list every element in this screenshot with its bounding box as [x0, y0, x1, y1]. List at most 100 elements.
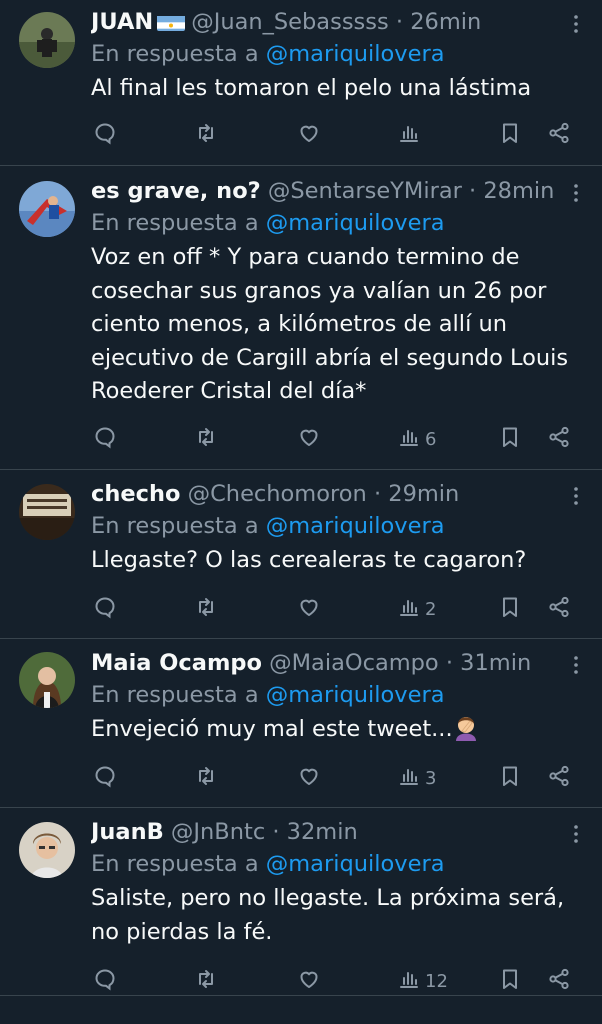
tweet[interactable]: checho @Chechomoron · 29min En respuesta… [0, 470, 602, 639]
display-name[interactable]: checho [91, 481, 180, 507]
bookmark-icon [498, 121, 522, 150]
like-button[interactable] [297, 424, 321, 454]
retweet-button[interactable] [194, 424, 218, 454]
timestamp[interactable]: 29min [388, 481, 459, 507]
reply-context: En respuesta a @mariquilovera [91, 41, 445, 67]
views-button[interactable]: 12 [397, 966, 448, 996]
views-button[interactable]: 6 [397, 424, 436, 454]
bookmark-button[interactable] [498, 763, 522, 793]
timestamp[interactable]: 28min [483, 178, 554, 204]
views-count: 3 [425, 767, 437, 789]
views-count: 12 [425, 970, 448, 992]
bookmark-button[interactable] [498, 966, 522, 996]
timestamp[interactable]: 32min [287, 819, 358, 845]
tweet-text: Llegaste? O las cerealeras te cagaron? [91, 547, 527, 573]
tweet-header: Maia Ocampo @MaiaOcampo · 31min [91, 650, 532, 676]
reply-icon [93, 121, 117, 150]
action-bar [0, 120, 602, 150]
share-icon [547, 595, 571, 624]
reply-icon [93, 764, 117, 793]
reply-icon [93, 967, 117, 996]
tweet-text: Saliste, pero no llegaste. La próxima se… [91, 885, 565, 945]
retweet-icon [194, 595, 218, 624]
avatar[interactable] [19, 484, 75, 540]
views-button[interactable] [397, 120, 425, 150]
bookmark-button[interactable] [498, 594, 522, 624]
bookmark-icon [498, 595, 522, 624]
like-icon [297, 121, 321, 150]
retweet-button[interactable] [194, 594, 218, 624]
share-button[interactable] [547, 120, 571, 150]
tweet[interactable]: Maia Ocampo @MaiaOcampo · 31min En respu… [0, 639, 602, 808]
mention-link[interactable]: @mariquilovera [266, 851, 445, 877]
retweet-icon [194, 425, 218, 454]
share-button[interactable] [547, 424, 571, 454]
reply-button[interactable] [93, 966, 117, 996]
handle[interactable]: @Juan_Sebasssss [191, 9, 389, 35]
timestamp[interactable]: 26min [410, 9, 481, 35]
more-icon[interactable] [564, 181, 588, 205]
bookmark-icon [498, 764, 522, 793]
share-icon [547, 764, 571, 793]
retweet-icon [194, 764, 218, 793]
avatar[interactable] [19, 12, 75, 68]
tweet-header: es grave, no? @SentarseYMirar · 28min [91, 178, 555, 204]
share-button[interactable] [547, 763, 571, 793]
like-button[interactable] [297, 966, 321, 996]
more-icon[interactable] [564, 822, 588, 846]
retweet-icon [194, 967, 218, 996]
reply-button[interactable] [93, 424, 117, 454]
avatar[interactable] [19, 822, 75, 878]
handle[interactable]: @MaiaOcampo [269, 650, 439, 676]
reply-context: En respuesta a @mariquilovera [91, 682, 445, 708]
action-bar: 3 [0, 763, 602, 793]
retweet-button[interactable] [194, 120, 218, 150]
reply-button[interactable] [93, 594, 117, 624]
display-name[interactable]: es grave, no? [91, 178, 261, 204]
views-button[interactable]: 2 [397, 594, 436, 624]
mention-link[interactable]: @mariquilovera [266, 210, 445, 236]
like-button[interactable] [297, 594, 321, 624]
like-icon [297, 967, 321, 996]
views-count: 6 [425, 428, 437, 450]
more-icon[interactable] [564, 12, 588, 36]
share-button[interactable] [547, 966, 571, 996]
share-icon [547, 121, 571, 150]
reply-button[interactable] [93, 763, 117, 793]
tweet[interactable]: es grave, no? @SentarseYMirar · 28min En… [0, 166, 602, 470]
more-icon[interactable] [564, 484, 588, 508]
reply-context: En respuesta a @mariquilovera [91, 513, 445, 539]
like-icon [297, 764, 321, 793]
handle[interactable]: @JnBntc [171, 819, 265, 845]
reply-feed: JUAN @Juan_Sebasssss · 26min En respuesta… [0, 0, 602, 996]
views-icon [397, 425, 421, 454]
share-button[interactable] [547, 594, 571, 624]
retweet-button[interactable] [194, 966, 218, 996]
display-name[interactable]: JuanB [91, 819, 164, 845]
tweet[interactable]: JuanB @JnBntc · 32min En respuesta a @ma… [0, 808, 602, 996]
action-bar: 12 [0, 966, 602, 996]
retweet-button[interactable] [194, 763, 218, 793]
avatar[interactable] [19, 181, 75, 237]
mention-link[interactable]: @mariquilovera [266, 41, 445, 67]
handle[interactable]: @SentarseYMirar [268, 178, 462, 204]
display-name[interactable]: Maia Ocampo [91, 650, 262, 676]
tweet-header: JuanB @JnBntc · 32min [91, 819, 358, 845]
reply-context: En respuesta a @mariquilovera [91, 851, 445, 877]
views-button[interactable]: 3 [397, 763, 436, 793]
reply-button[interactable] [93, 120, 117, 150]
bookmark-button[interactable] [498, 424, 522, 454]
like-button[interactable] [297, 763, 321, 793]
avatar[interactable] [19, 652, 75, 708]
bookmark-button[interactable] [498, 120, 522, 150]
timestamp[interactable]: 31min [460, 650, 531, 676]
tweet-text: Voz en off * Y para cuando termino de co… [91, 244, 569, 404]
retweet-icon [194, 121, 218, 150]
mention-link[interactable]: @mariquilovera [266, 513, 445, 539]
more-icon[interactable] [564, 653, 588, 677]
display-name[interactable]: JUAN [91, 9, 153, 35]
handle[interactable]: @Chechomoron [188, 481, 367, 507]
tweet[interactable]: JUAN @Juan_Sebasssss · 26min En respuesta… [0, 0, 602, 166]
like-button[interactable] [297, 120, 321, 150]
mention-link[interactable]: @mariquilovera [266, 682, 445, 708]
